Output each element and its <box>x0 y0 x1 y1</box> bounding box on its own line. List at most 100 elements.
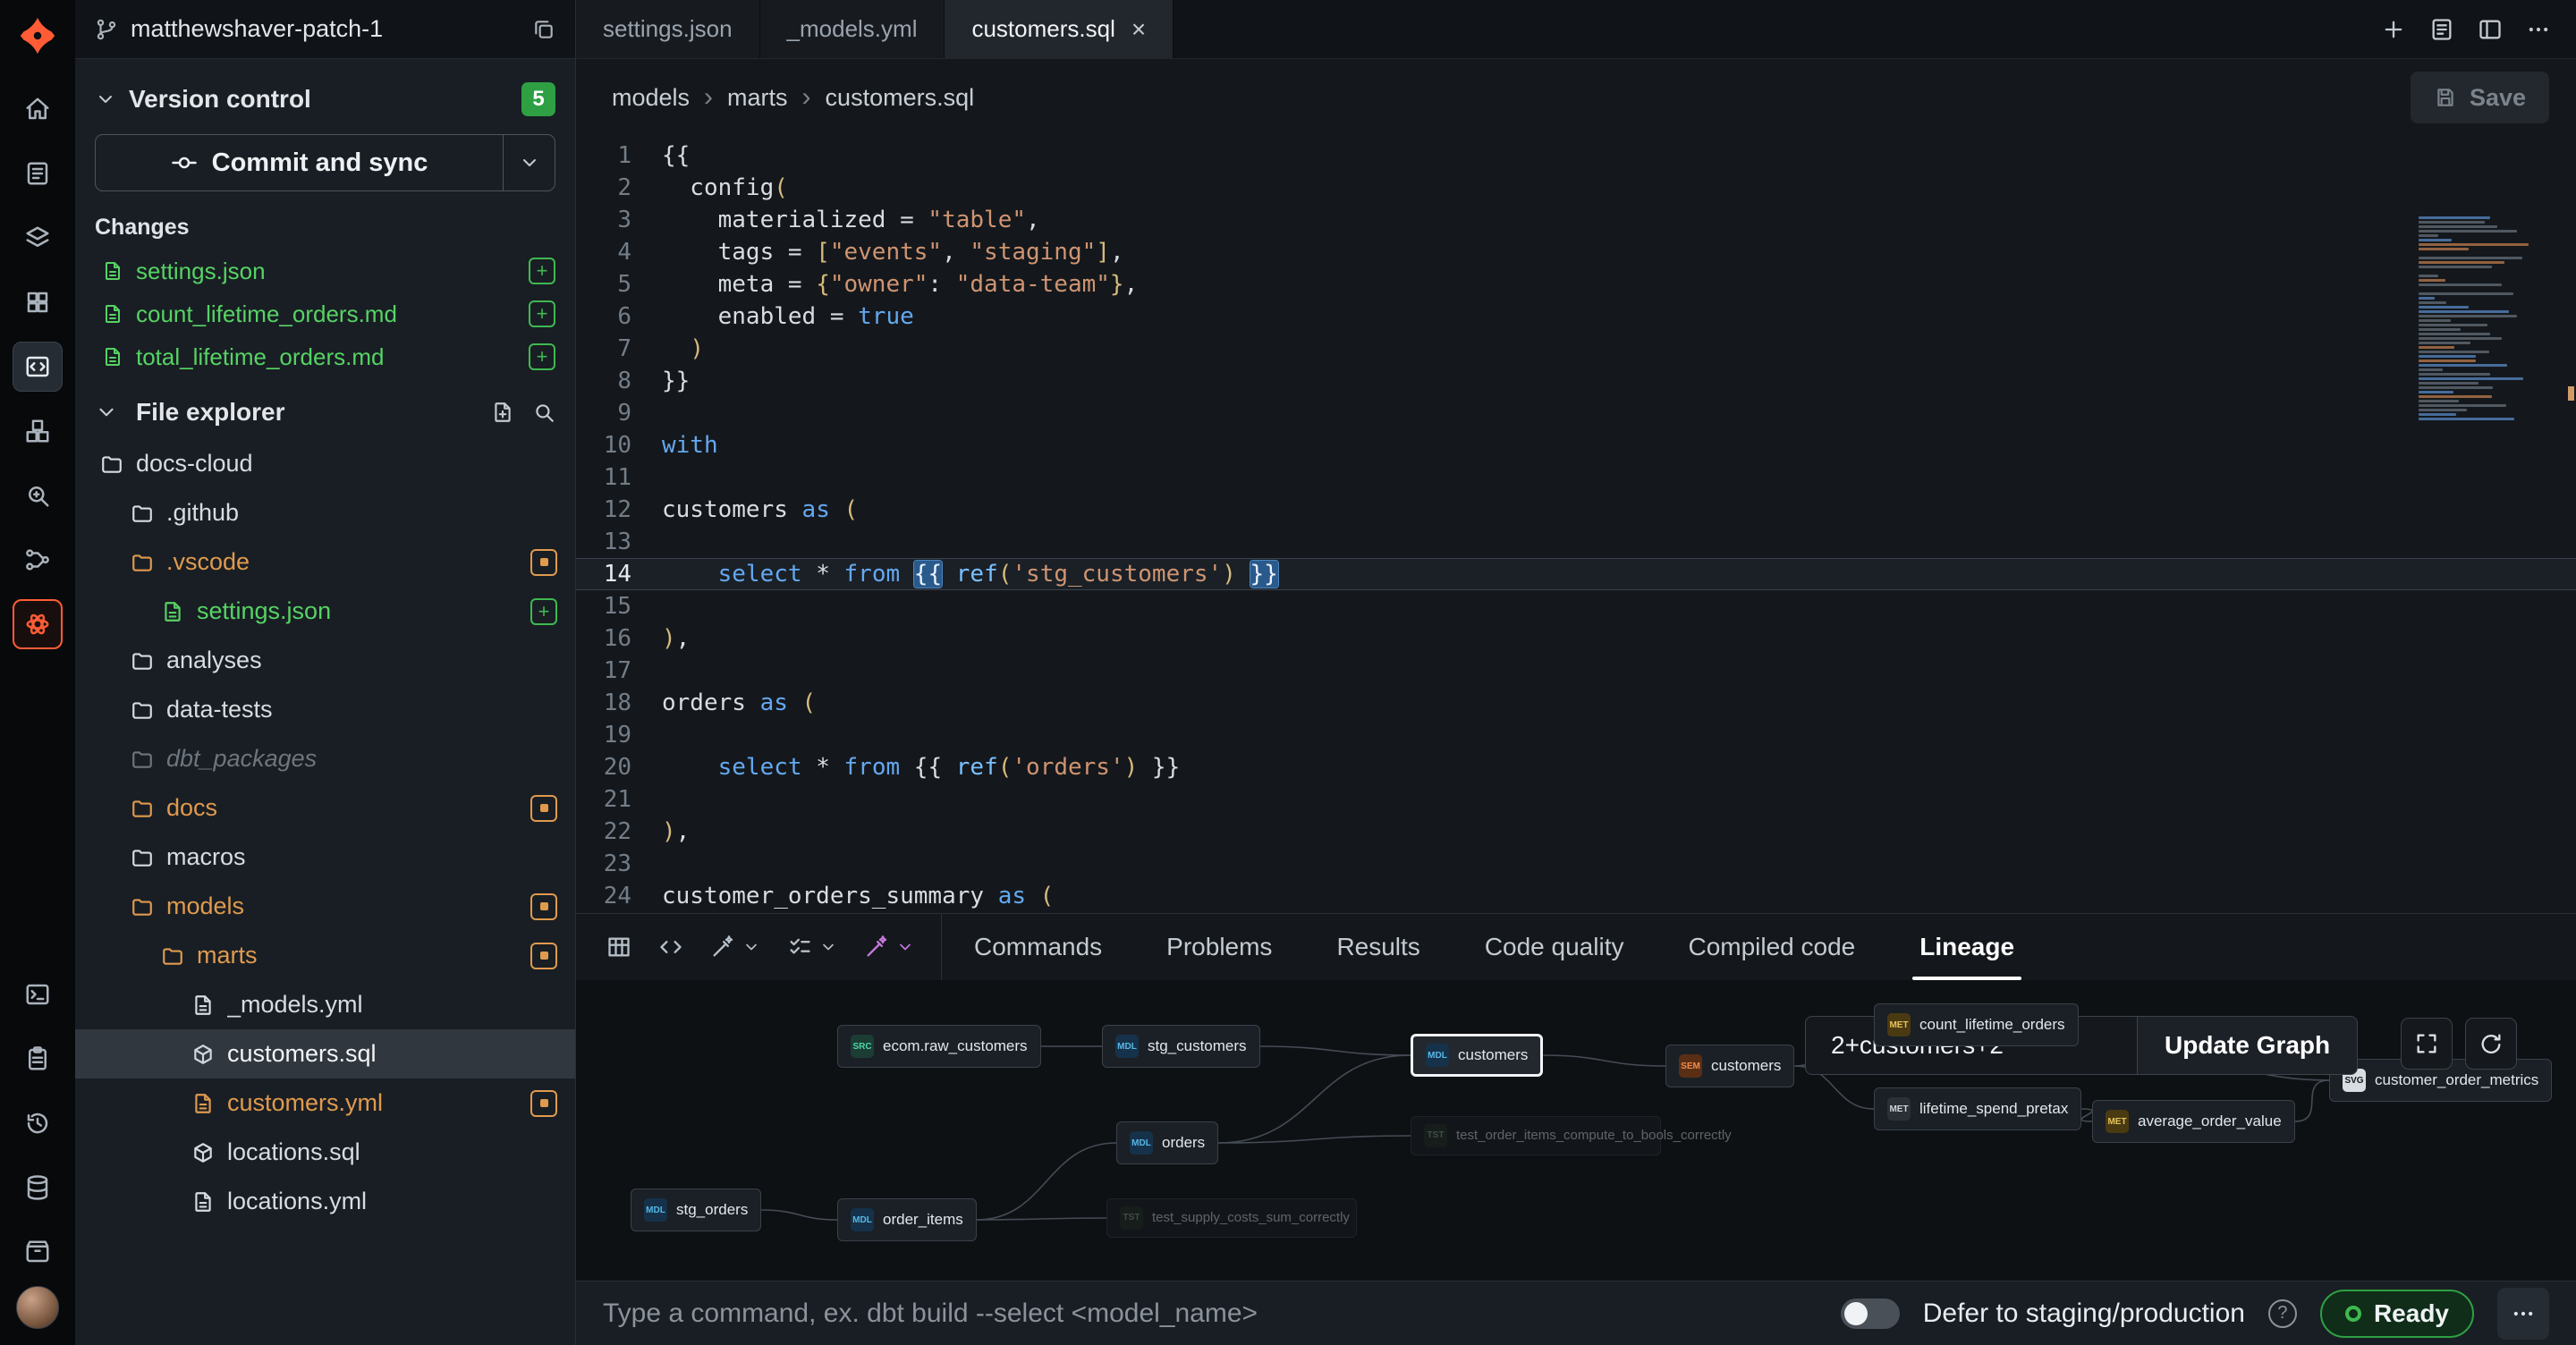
panel-tab-commands[interactable]: Commands <box>942 914 1134 980</box>
rail-item-copilot[interactable] <box>13 599 63 649</box>
rail-item-apps[interactable] <box>13 277 63 327</box>
tree-item-locations.yml[interactable]: locations.yml <box>75 1177 575 1226</box>
update-graph-button[interactable]: Update Graph <box>2137 1017 2357 1074</box>
lineage-node-order_items[interactable]: MDLorder_items <box>837 1198 977 1241</box>
save-button[interactable]: Save <box>2411 72 2549 123</box>
tree-item-.github[interactable]: .github <box>75 488 575 537</box>
code-line[interactable]: 8}} <box>576 365 2576 397</box>
build-button[interactable] <box>710 935 760 960</box>
code-line[interactable]: 13 <box>576 526 2576 558</box>
tree-item-_models.yml[interactable]: _models.yml <box>75 980 575 1029</box>
branch-name[interactable]: matthewshaver-patch-1 <box>131 15 520 43</box>
lineage-node-lifetime_spend_pretax[interactable]: METlifetime_spend_pretax <box>1874 1087 2081 1130</box>
compiled-code-button[interactable] <box>658 935 683 960</box>
fullscreen-button[interactable] <box>2401 1018 2453 1070</box>
lineage-node-customers_sem[interactable]: SEMcustomers <box>1665 1045 1794 1087</box>
code-line[interactable]: 16), <box>576 622 2576 655</box>
avatar[interactable] <box>16 1286 59 1329</box>
refresh-button[interactable] <box>2465 1018 2517 1070</box>
breadcrumb-item[interactable]: customers.sql <box>826 84 975 112</box>
tree-item-.vscode[interactable]: .vscode <box>75 537 575 587</box>
changed-file-row[interactable]: count_lifetime_orders.md+ <box>75 292 575 335</box>
code-line[interactable]: 15 <box>576 590 2576 622</box>
rail-item-logs[interactable] <box>13 1034 63 1084</box>
lineage-node-customers_mdl[interactable]: MDLcustomers <box>1411 1034 1543 1077</box>
version-control-header[interactable]: Version control 5 <box>75 59 575 132</box>
command-bar-more-button[interactable] <box>2497 1288 2549 1340</box>
code-line[interactable]: 11 <box>576 461 2576 494</box>
code-line[interactable]: 5 meta = {"owner": "data-team"}, <box>576 268 2576 300</box>
rail-item-environments[interactable] <box>13 1227 63 1277</box>
code-line[interactable]: 7 ) <box>576 333 2576 365</box>
code-line[interactable]: 12customers as ( <box>576 494 2576 526</box>
code-line[interactable]: 23 <box>576 848 2576 880</box>
status-badge[interactable]: Ready <box>2320 1290 2474 1338</box>
code-line[interactable]: 17 <box>576 655 2576 687</box>
code-line[interactable]: 19 <box>576 719 2576 751</box>
code-line[interactable]: 22), <box>576 816 2576 848</box>
lint-button[interactable] <box>787 935 837 960</box>
tree-item-docs[interactable]: docs <box>75 783 575 833</box>
split-editor-icon[interactable] <box>2478 17 2503 42</box>
rail-item-ide[interactable] <box>13 342 63 392</box>
code-line[interactable]: 21 <box>576 783 2576 816</box>
panel-tab-problems[interactable]: Problems <box>1134 914 1304 980</box>
code-line[interactable]: 9 <box>576 397 2576 429</box>
rail-item-database[interactable] <box>13 1163 63 1213</box>
tree-item-data-tests[interactable]: data-tests <box>75 685 575 734</box>
new-tab-icon[interactable] <box>2381 17 2406 42</box>
lineage-node-average_order_value[interactable]: METaverage_order_value <box>2092 1100 2295 1143</box>
rail-item-deploy[interactable] <box>13 213 63 263</box>
tree-item-macros[interactable]: macros <box>75 833 575 882</box>
code-line[interactable]: 24customer_orders_summary as ( <box>576 880 2576 912</box>
breadcrumb-item[interactable]: marts <box>727 84 788 112</box>
tree-item-customers.sql[interactable]: customers.sql <box>75 1029 575 1079</box>
changed-file-row[interactable]: total_lifetime_orders.md+ <box>75 335 575 378</box>
rail-item-jobs[interactable] <box>13 406 63 456</box>
lineage-node-count_lifetime_orders[interactable]: METcount_lifetime_orders <box>1874 1003 2079 1046</box>
lineage-node-raw_customers[interactable]: SRCecom.raw_customers <box>837 1025 1041 1068</box>
code-line[interactable]: 6 enabled = true <box>576 300 2576 333</box>
tab-close-icon[interactable]: × <box>1131 15 1146 44</box>
results-table-button[interactable] <box>606 935 631 960</box>
tree-item-docs-cloud[interactable]: docs-cloud <box>75 439 575 488</box>
code-line[interactable]: 3 materialized = "table", <box>576 204 2576 236</box>
code-line[interactable]: 10with <box>576 429 2576 461</box>
new-file-icon[interactable] <box>491 401 514 424</box>
tree-item-dbt_packages[interactable]: dbt_packages <box>75 734 575 783</box>
tree-item-analyses[interactable]: analyses <box>75 636 575 685</box>
code-line[interactable]: 18orders as ( <box>576 687 2576 719</box>
command-input[interactable]: Type a command, ex. dbt build --select <… <box>603 1298 1818 1329</box>
open-editors-icon[interactable] <box>2429 17 2454 42</box>
panel-tab-compiled-code[interactable]: Compiled code <box>1656 914 1887 980</box>
code-line[interactable]: 20 select * from {{ ref('orders') }} <box>576 751 2576 783</box>
tree-item-models[interactable]: models <box>75 882 575 931</box>
code-line[interactable]: 14 select * from {{ ref('stg_customers')… <box>576 558 2576 590</box>
tree-item-settings.json[interactable]: settings.json+ <box>75 587 575 636</box>
rail-item-docs[interactable] <box>13 148 63 199</box>
search-icon[interactable] <box>532 401 555 424</box>
panel-tab-lineage[interactable]: Lineage <box>1887 914 2046 980</box>
code-line[interactable]: 4 tags = ["events", "staging"], <box>576 236 2576 268</box>
tree-item-marts[interactable]: marts <box>75 931 575 980</box>
lineage-node-stg_customers[interactable]: MDLstg_customers <box>1102 1025 1260 1068</box>
rail-item-history[interactable] <box>13 1098 63 1148</box>
commit-options-button[interactable] <box>503 135 555 190</box>
breadcrumb-item[interactable]: models <box>612 84 690 112</box>
rail-item-explore[interactable] <box>13 470 63 520</box>
rail-item-home[interactable] <box>13 84 63 134</box>
defer-toggle[interactable] <box>1841 1298 1900 1329</box>
rail-item-lineage[interactable] <box>13 535 63 585</box>
panel-tab-results[interactable]: Results <box>1304 914 1452 980</box>
tab-_models.yml[interactable]: _models.yml <box>760 0 945 58</box>
autofix-button[interactable] <box>864 935 914 960</box>
lineage-canvas[interactable]: 2+customers+2 Update Graph SRCecom.raw_c… <box>576 980 2576 1281</box>
tab-customers.sql[interactable]: customers.sql× <box>945 0 1174 58</box>
commit-and-sync-button[interactable]: Commit and sync <box>96 135 503 190</box>
panel-tab-code-quality[interactable]: Code quality <box>1453 914 1657 980</box>
code-area[interactable]: 1{{2 config(3 materialized = "table",4 t… <box>576 136 2576 913</box>
lineage-node-stg_orders[interactable]: MDLstg_orders <box>631 1189 761 1231</box>
minimap[interactable] <box>2419 216 2553 422</box>
code-line[interactable]: 1{{ <box>576 140 2576 172</box>
lineage-node-orders[interactable]: MDLorders <box>1116 1121 1218 1164</box>
